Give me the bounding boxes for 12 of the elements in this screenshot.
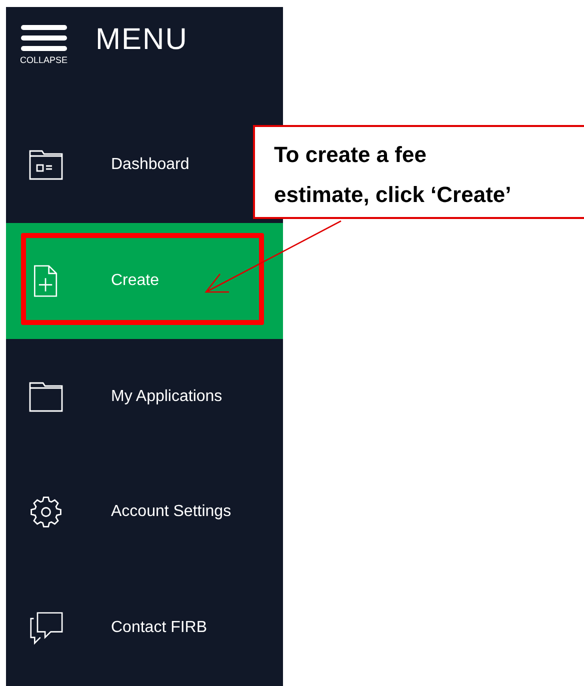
chat-icon — [28, 611, 64, 646]
menu-item[interactable]: Contact FIRB — [6, 570, 212, 686]
menu-item[interactable]: My Applications — [6, 338, 226, 455]
menu-item[interactable]: Dashboard — [6, 107, 194, 224]
menu-title: MENU — [96, 23, 188, 57]
folder-icon — [28, 380, 64, 414]
settings-icon — [28, 495, 64, 530]
menu-item[interactable]: Account Settings — [6, 454, 236, 570]
menu-icon — [20, 25, 67, 51]
dashboard-icon — [28, 148, 64, 182]
callout-text: To create a fee estimate, click ‘Create’ — [274, 141, 512, 209]
collapse-button[interactable]: COLLAPSE — [20, 25, 68, 65]
